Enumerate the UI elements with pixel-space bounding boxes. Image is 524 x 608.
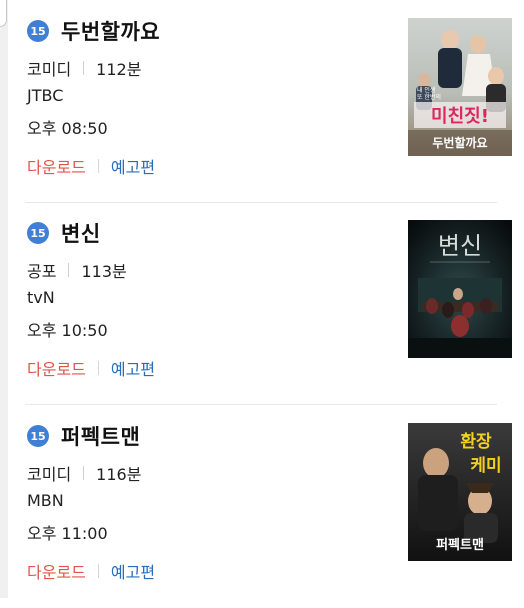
broadcast-time: 오후 10:50 [27, 321, 108, 340]
channel-name: JTBC [27, 86, 64, 105]
title-row: 15 퍼펙트맨 [27, 421, 140, 451]
action-links: 다운로드 예고편 [27, 559, 155, 583]
download-link[interactable]: 다운로드 [27, 356, 86, 380]
link-divider [97, 564, 99, 578]
channel-name: MBN [27, 491, 64, 510]
age-rating-badge: 15 [27, 20, 49, 42]
movie-title[interactable]: 두번할까요 [61, 16, 160, 46]
link-divider [97, 361, 99, 375]
broadcast-time: 오후 11:00 [27, 524, 108, 543]
poster-tagline: 내 인생 [417, 86, 435, 94]
movie-poster[interactable]: 환장 케미 퍼펙트맨 [408, 423, 512, 561]
trailer-link[interactable]: 예고편 [111, 356, 155, 380]
left-edge-corner [0, 0, 7, 27]
genre: 공포 [27, 262, 57, 281]
poster-image: 변신 [408, 220, 512, 358]
download-link[interactable]: 다운로드 [27, 559, 86, 583]
age-rating-badge: 15 [27, 222, 49, 244]
broadcast-time: 오후 08:50 [27, 119, 108, 138]
trailer-link[interactable]: 예고편 [111, 154, 155, 178]
movie-title[interactable]: 퍼펙트맨 [61, 421, 140, 451]
trailer-link[interactable]: 예고편 [111, 559, 155, 583]
genre: 코미디 [27, 465, 72, 484]
download-link[interactable]: 다운로드 [27, 154, 86, 178]
runtime: 116분 [96, 465, 142, 484]
runtime: 113분 [81, 262, 127, 281]
age-rating-badge: 15 [27, 425, 49, 447]
action-links: 다운로드 예고편 [27, 356, 155, 380]
movie-list-item[interactable]: 15 변신 공포 113분 tvN 오후 10:50 다운로드 예고편 변신 [25, 202, 512, 405]
meta-row: 공포 113분 [27, 258, 127, 282]
svg-text:또 한번의: 또 한번의 [417, 93, 441, 101]
title-row: 15 두번할까요 [27, 16, 160, 46]
movie-list-item[interactable]: 15 퍼펙트맨 코미디 116분 MBN 오후 11:00 다운로드 예고편 환… [27, 405, 512, 608]
movie-poster[interactable]: 변신 [408, 220, 512, 358]
poster-title: 퍼펙트맨 [436, 537, 484, 553]
channel-name: tvN [27, 288, 55, 307]
title-row: 15 변신 [27, 218, 101, 248]
meta-divider [83, 61, 85, 75]
poster-image: 내 인생 또 한번의 미친짓! 두번할까요 [408, 18, 512, 156]
svg-text:케미: 케미 [470, 456, 501, 476]
poster-headline: 변신 [438, 232, 482, 260]
left-scroll-edge [0, 0, 8, 598]
action-links: 다운로드 예고편 [27, 154, 155, 178]
movie-list-item[interactable]: 15 두번할까요 코미디 112분 JTBC 오후 08:50 다운로드 예고편 [25, 0, 512, 203]
meta-row: 코미디 112분 [27, 56, 141, 80]
meta-divider [68, 263, 70, 277]
movie-poster[interactable]: 내 인생 또 한번의 미친짓! 두번할까요 [408, 18, 512, 156]
genre: 코미디 [27, 60, 72, 79]
svg-text:환장: 환장 [460, 432, 492, 452]
movie-title[interactable]: 변신 [61, 218, 101, 248]
meta-divider [83, 466, 85, 480]
meta-row: 코미디 116분 [27, 461, 141, 485]
poster-headline: 미친짓! [431, 106, 489, 127]
poster-image: 환장 케미 퍼펙트맨 [408, 423, 512, 561]
link-divider [97, 159, 99, 173]
runtime: 112분 [96, 60, 142, 79]
poster-title: 두번할까요 [432, 135, 487, 150]
